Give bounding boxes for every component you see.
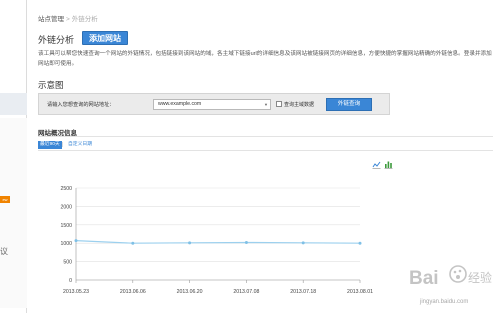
main-domain-checkbox-label[interactable]: 查询主域数据 — [284, 101, 314, 108]
breadcrumb-root[interactable]: 站点管理 — [38, 16, 64, 23]
sidebar-panel — [0, 118, 27, 308]
bar-chart-icon[interactable] — [384, 160, 393, 169]
range-custom-date[interactable]: 自定义日期 — [68, 141, 92, 149]
sidebar: ew 议 — [0, 0, 27, 313]
data-point — [244, 240, 248, 244]
watermark-cn: 经验 — [468, 270, 492, 285]
divider — [38, 150, 493, 151]
chevron-down-icon[interactable]: ▼ — [264, 100, 268, 109]
watermark-brand: Bai — [409, 268, 439, 289]
backlink-query-button[interactable]: 外链查询 — [326, 98, 372, 111]
y-tick-label: 2000 — [60, 204, 72, 210]
main-domain-checkbox[interactable] — [276, 101, 282, 107]
data-point — [131, 241, 135, 245]
x-tick-label: 2013.05.23 — [63, 289, 89, 295]
x-tick-label: 2013.08.01 — [347, 289, 373, 295]
data-point — [301, 241, 305, 245]
section-title: 示意图 — [38, 80, 64, 90]
watermark-url: jingyan.baidu.com — [420, 299, 469, 305]
page-title: 外链分析 — [38, 35, 75, 45]
y-tick-label: 500 — [63, 260, 72, 266]
breadcrumb-current: 外链分析 — [71, 16, 98, 23]
query-label: 请输入您想查询的网站地址： — [47, 102, 115, 108]
breadcrumb-separator: > — [66, 16, 70, 23]
y-tick-label: 2500 — [60, 186, 72, 192]
breadcrumb: 站点管理 > 外链分析 — [38, 13, 98, 23]
y-tick-label: 0 — [69, 278, 72, 284]
y-tick-label: 1500 — [60, 223, 72, 229]
page-root: ew 议 站点管理 > 外链分析 外链分析 添加网站 该工具可以帮您快速查询一个网站… — [0, 0, 500, 313]
divider — [38, 136, 493, 137]
data-point — [74, 239, 78, 243]
sidebar-item-fragment[interactable]: 议 — [0, 246, 8, 257]
x-tick-label: 2013.06.20 — [177, 289, 203, 295]
sidebar-active-item[interactable] — [0, 93, 27, 115]
y-tick-label: 1000 — [60, 241, 72, 247]
page-description: 该工具可以帮您快速查询一个网站的外链情况，包括链接到该网站的域，各主域下链接ur… — [38, 51, 492, 67]
data-point — [358, 241, 362, 245]
sidebar-new-badge: ew — [0, 196, 10, 203]
x-tick-label: 2013.07.18 — [290, 289, 316, 295]
site-url-value: www.example.com — [158, 101, 202, 107]
range-last-90-days[interactable]: 最近90天 — [38, 141, 62, 149]
x-tick-label: 2013.06.06 — [120, 289, 146, 295]
add-website-button[interactable]: 添加网站 — [82, 31, 128, 45]
backlink-trend-chart: 0 500 1000 1500 2000 2500 2013.05.23 2013.06.06… — [60, 186, 373, 295]
x-tick-label: 2013.07.08 — [233, 289, 259, 295]
range-separator: | — [62, 142, 64, 148]
data-point — [188, 241, 192, 245]
series-line — [75, 240, 361, 244]
line-chart-icon[interactable] — [372, 160, 381, 169]
site-url-select[interactable]: www.example.com ▼ — [153, 99, 271, 110]
query-bar: 请输入您想查询的网站地址： www.example.com ▼ 查询主域数据 外… — [38, 93, 390, 115]
